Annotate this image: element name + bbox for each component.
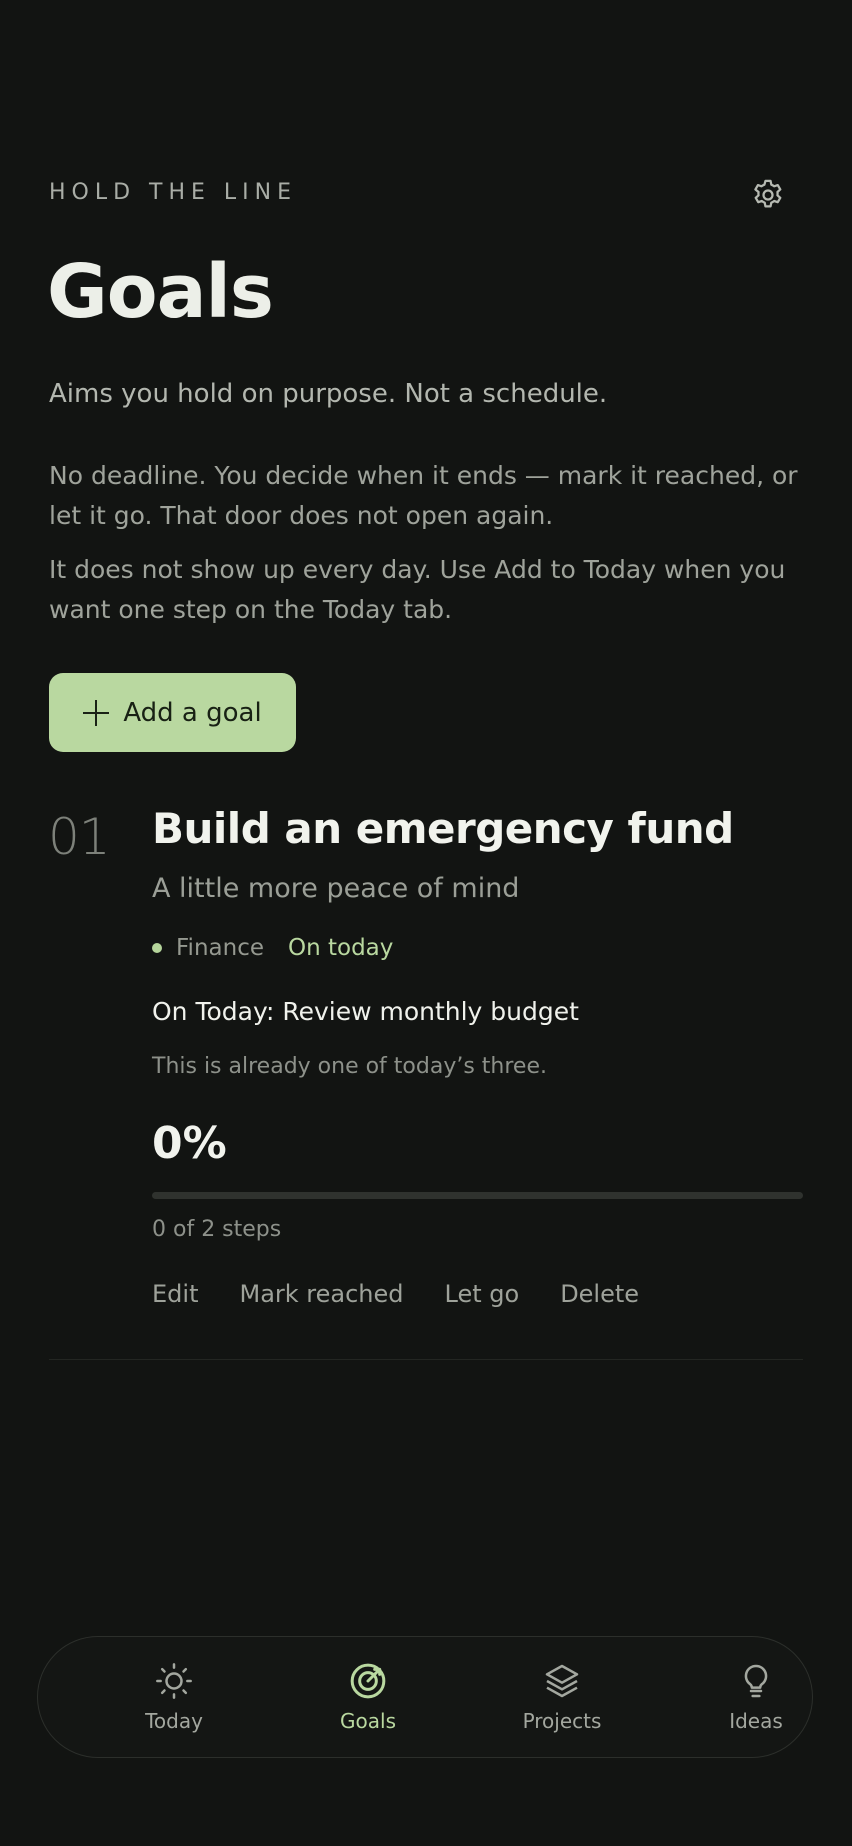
bottom-tab-bar: Today Goals Projects Ideas [37,1636,813,1758]
goal-title: Build an emergency fund [152,804,734,853]
intro-paragraph-2: It does not show up every day. Use Add t… [49,555,786,624]
goal-actions: Edit Mark reached Let go Delete [152,1280,639,1308]
tab-ideas[interactable]: Ideas [681,1637,831,1757]
goal-progress-percent: 0% [152,1118,227,1169]
goal-meta: Finance On today [152,935,393,961]
tab-goals[interactable]: Goals [293,1637,443,1757]
goal-tagline: A little more peace of mind [152,873,520,904]
goal-note: This is already one of today’s three. [152,1054,547,1079]
delete-button[interactable]: Delete [560,1280,639,1308]
category-dot-icon [152,943,162,953]
tab-today[interactable]: Today [99,1637,249,1757]
page-title: Goals [47,249,274,335]
add-goal-label: Add a goal [123,697,262,728]
intro-paragraph-1: No deadline. You decide when it ends — m… [49,461,798,530]
layers-icon [545,1664,579,1698]
target-icon [350,1663,386,1699]
add-goal-button[interactable]: Add a goal [49,673,296,752]
settings-button[interactable] [747,174,789,216]
sun-icon [156,1663,192,1699]
tab-ideas-label: Ideas [729,1709,783,1733]
gear-icon [754,179,782,208]
tab-projects-label: Projects [522,1709,602,1733]
goal-status-badge: On today [288,935,394,961]
app-eyebrow: HOLD THE LINE [49,180,298,205]
edit-button[interactable]: Edit [152,1280,198,1308]
goal-on-today-step: On Today: Review monthly budget [152,997,579,1026]
goal-divider [49,1359,803,1360]
goal-index: 01 [48,808,111,866]
lightbulb-icon [744,1664,768,1698]
mark-reached-button[interactable]: Mark reached [239,1280,403,1308]
page-subtitle: Aims you hold on purpose. Not a schedule… [49,379,608,409]
tab-goals-label: Goals [340,1709,396,1733]
let-go-button[interactable]: Let go [445,1280,520,1308]
tab-projects[interactable]: Projects [487,1637,637,1757]
goal-progress-bar [152,1192,803,1199]
goal-steps-count: 0 of 2 steps [152,1217,282,1242]
tab-today-label: Today [145,1709,203,1733]
plus-icon [83,699,110,726]
goal-category: Finance [176,935,264,961]
